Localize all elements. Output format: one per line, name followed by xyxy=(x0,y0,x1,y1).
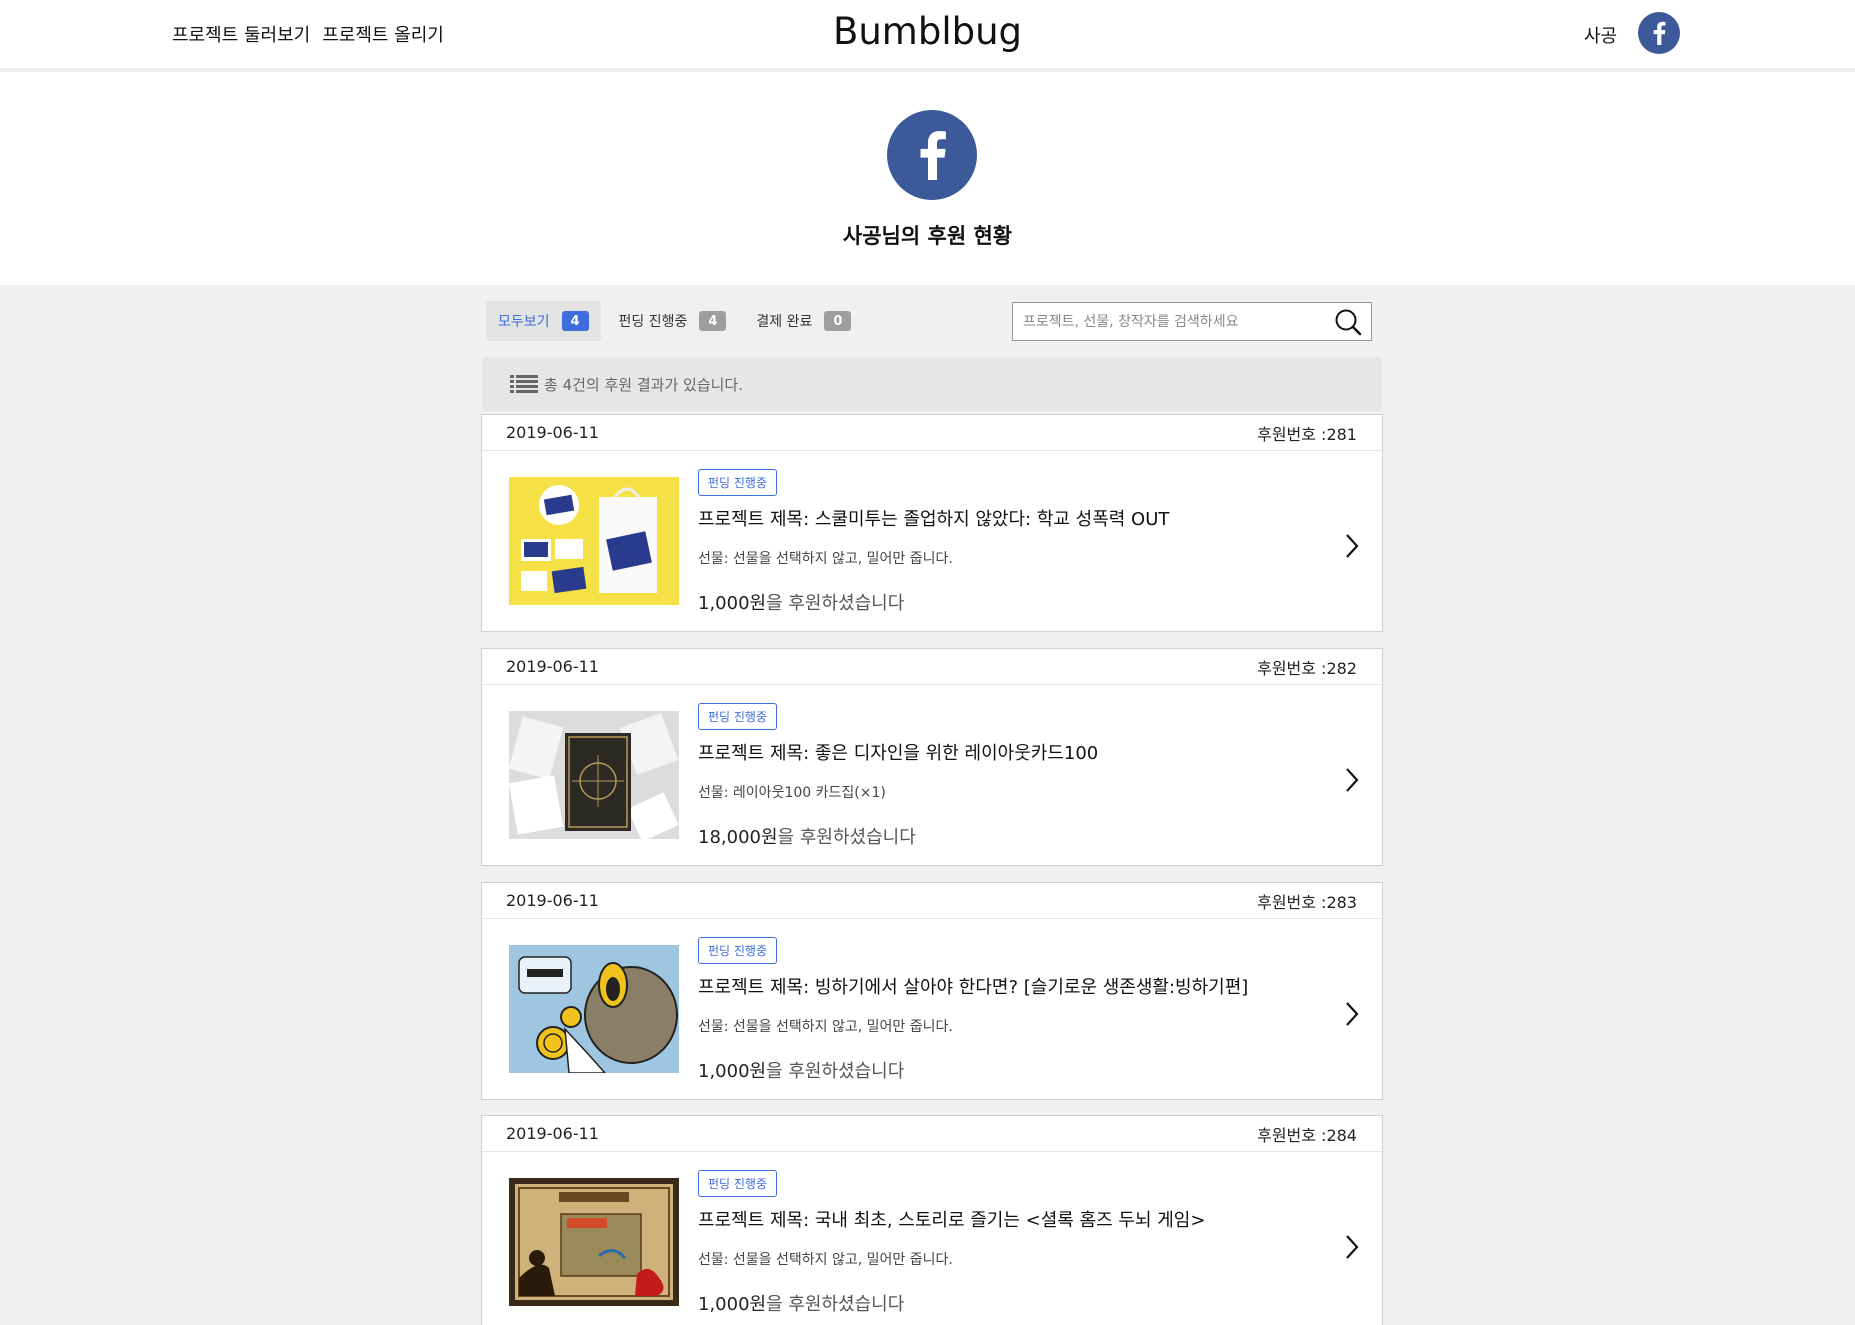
pledge-amount: 1,000원을 후원하셨습니다 xyxy=(698,1290,904,1316)
list-icon xyxy=(510,375,538,393)
project-title[interactable]: 프로젝트 제목: 빙하기에서 살아야 한다면? [슬기로운 생존생활:빙하기편] xyxy=(698,973,1248,999)
user-name[interactable]: 사공 xyxy=(1584,22,1617,48)
project-thumbnail[interactable] xyxy=(509,945,679,1073)
search-icon[interactable] xyxy=(1334,308,1362,336)
status-badge: 펀딩 진행중 xyxy=(698,703,778,730)
nav-browse-projects[interactable]: 프로젝트 둘러보기 xyxy=(172,21,310,47)
profile-section: 사공님의 후원 현황 xyxy=(0,72,1855,285)
chevron-right-icon[interactable] xyxy=(1342,766,1362,794)
nav-create-project[interactable]: 프로젝트 올리기 xyxy=(322,21,444,47)
search-input[interactable] xyxy=(1013,303,1313,340)
card-header: 2019-06-11 후원번호 :281 xyxy=(482,415,1382,451)
main-nav: 프로젝트 둘러보기 프로젝트 올리기 xyxy=(172,21,444,47)
pledge-card[interactable]: 2019-06-11 후원번호 :281 펀딩 진행중 프로젝트 제목: 스쿨미… xyxy=(481,414,1383,632)
gift-text: 선물: 선물을 선택하지 않고, 밀어만 줍니다. xyxy=(698,1252,953,1268)
gift-text: 선물: 선물을 선택하지 않고, 밀어만 줍니다. xyxy=(698,551,953,567)
project-image xyxy=(509,711,679,839)
pledge-amount: 1,000원을 후원하셨습니다 xyxy=(698,589,904,615)
pledge-date: 2019-06-11 xyxy=(506,1124,599,1143)
amount-suffix: 을 후원하셨습니다 xyxy=(766,1061,905,1082)
card-header: 2019-06-11 후원번호 :284 xyxy=(482,1116,1382,1152)
project-thumbnail[interactable] xyxy=(509,711,679,839)
project-title[interactable]: 프로젝트 제목: 좋은 디자인을 위한 레이아웃카드100 xyxy=(698,739,1098,765)
project-title[interactable]: 프로젝트 제목: 국내 최초, 스토리로 즐기는 <셜록 홈즈 두뇌 게임> xyxy=(698,1206,1205,1232)
chevron-right-icon[interactable] xyxy=(1342,532,1362,560)
facebook-icon xyxy=(1653,21,1666,45)
gift-text: 선물: 선물을 선택하지 않고, 밀어만 줍니다. xyxy=(698,1019,953,1035)
pledge-date: 2019-06-11 xyxy=(506,891,599,910)
status-badge: 펀딩 진행중 xyxy=(698,937,778,964)
brand-logo[interactable]: Bumblbug xyxy=(833,10,1022,53)
user-avatar[interactable] xyxy=(1638,12,1680,54)
pledge-date: 2019-06-11 xyxy=(506,423,599,442)
status-filter-tabs: 모두보기 4 펀딩 진행중 4 결제 완료 0 xyxy=(486,301,863,341)
result-summary: 총 4건의 후원 결과가 있습니다. xyxy=(482,357,1382,411)
pledge-card[interactable]: 2019-06-11 후원번호 :282 펀딩 진행중 프로젝트 제목: 좋은 … xyxy=(481,648,1383,866)
project-title[interactable]: 프로젝트 제목: 스쿨미투는 졸업하지 않았다: 학교 성폭력 OUT xyxy=(698,505,1169,531)
tab-label: 펀딩 진행중 xyxy=(618,314,688,330)
amount-suffix: 을 후원하셨습니다 xyxy=(766,593,905,614)
card-header: 2019-06-11 후원번호 :283 xyxy=(482,883,1382,919)
pledge-number: 후원번호 :284 xyxy=(1257,1125,1357,1145)
pledge-number: 후원번호 :281 xyxy=(1257,424,1357,444)
count-badge: 4 xyxy=(561,311,589,331)
pledge-amount: 1,000원을 후원하셨습니다 xyxy=(698,1057,904,1083)
summary-text: 총 4건의 후원 결과가 있습니다. xyxy=(544,375,743,394)
top-navigation-bar: 프로젝트 둘러보기 프로젝트 올리기 Bumblbug 사공 xyxy=(0,0,1855,70)
amount-value: 18,000원 xyxy=(698,827,778,848)
status-badge: 펀딩 진행중 xyxy=(698,469,778,496)
pledge-number: 후원번호 :282 xyxy=(1257,658,1357,678)
facebook-icon xyxy=(920,131,946,180)
card-header: 2019-06-11 후원번호 :282 xyxy=(482,649,1382,685)
pledge-date: 2019-06-11 xyxy=(506,657,599,676)
tab-funding-in-progress[interactable]: 펀딩 진행중 4 xyxy=(607,301,739,341)
project-image xyxy=(509,477,679,605)
chevron-right-icon[interactable] xyxy=(1342,1233,1362,1261)
tab-label: 결제 완료 xyxy=(756,314,813,330)
chevron-right-icon[interactable] xyxy=(1342,1000,1362,1028)
pledge-amount: 18,000원을 후원하셨습니다 xyxy=(698,823,916,849)
status-badge: 펀딩 진행중 xyxy=(698,1170,778,1197)
project-thumbnail[interactable] xyxy=(509,1178,679,1306)
count-badge: 4 xyxy=(699,311,727,331)
tab-payment-complete[interactable]: 결제 완료 0 xyxy=(744,301,863,341)
pledge-card[interactable]: 2019-06-11 후원번호 :284 펀딩 진행중 프로젝트 제목: 국내 … xyxy=(481,1115,1383,1325)
search-box xyxy=(1012,302,1372,341)
project-image xyxy=(509,945,679,1073)
amount-value: 1,000원 xyxy=(698,1061,767,1082)
tab-all[interactable]: 모두보기 4 xyxy=(486,301,601,341)
project-image xyxy=(509,1178,679,1306)
pledge-number: 후원번호 :283 xyxy=(1257,892,1357,912)
gift-text: 선물: 레이아웃100 카드집(×1) xyxy=(698,785,886,801)
tab-label: 모두보기 xyxy=(498,314,550,330)
amount-suffix: 을 후원하셨습니다 xyxy=(766,1294,905,1315)
profile-avatar xyxy=(887,110,977,200)
count-badge: 0 xyxy=(824,311,852,331)
amount-suffix: 을 후원하셨습니다 xyxy=(777,827,916,848)
pledge-card[interactable]: 2019-06-11 후원번호 :283 펀딩 진행중 프로젝트 제목: 빙하기… xyxy=(481,882,1383,1100)
page-title: 사공님의 후원 현황 xyxy=(842,224,1013,248)
amount-value: 1,000원 xyxy=(698,593,767,614)
amount-value: 1,000원 xyxy=(698,1294,767,1315)
project-thumbnail[interactable] xyxy=(509,477,679,605)
